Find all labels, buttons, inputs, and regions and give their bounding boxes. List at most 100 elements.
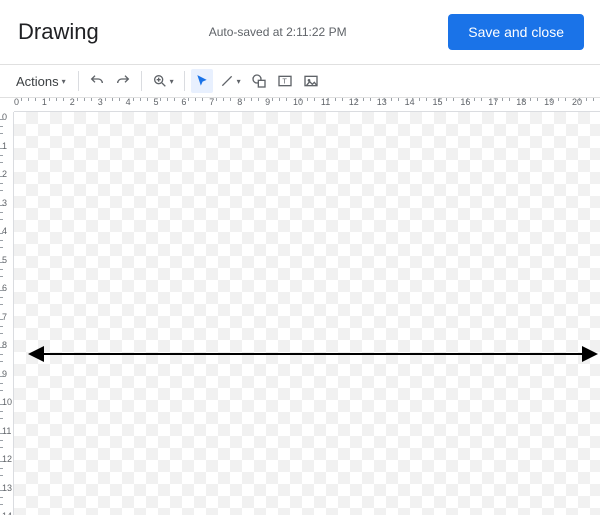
ruler-h-minor — [474, 98, 475, 101]
ruler-v-tick: 7 — [0, 312, 13, 322]
ruler-v-minor — [0, 490, 13, 491]
ruler-h-minor — [426, 98, 427, 101]
ruler-v-minor — [0, 219, 13, 220]
ruler-h-minor — [286, 98, 287, 101]
ruler-v-minor — [0, 297, 13, 298]
ruler-h-minor — [147, 98, 148, 101]
ruler-h-minor — [419, 98, 420, 101]
shape-icon — [251, 73, 267, 89]
actions-menu[interactable]: Actions ▾ — [10, 69, 72, 93]
ruler-h-minor — [523, 98, 524, 101]
ruler-h-minor — [593, 98, 594, 101]
ruler-v-minor — [0, 390, 13, 391]
ruler-v-tick: 0 — [0, 112, 13, 122]
line-tool[interactable]: ▾ — [215, 69, 245, 93]
ruler-h-minor — [77, 98, 78, 101]
ruler-v-minor — [0, 176, 13, 177]
ruler-h-minor — [160, 98, 161, 101]
ruler-h-minor — [112, 98, 113, 101]
ruler-h-tick: 14 — [405, 98, 415, 107]
ruler-v-tick: 6 — [0, 283, 13, 293]
ruler-h-tick: 10 — [293, 98, 303, 107]
ruler-h-tick: 17 — [488, 98, 498, 107]
ruler-h-tick: 19 — [544, 98, 554, 107]
separator — [78, 71, 79, 91]
ruler-v-tick: 3 — [0, 198, 13, 208]
ruler-v-minor — [0, 468, 13, 469]
zoom-button[interactable]: ▾ — [148, 69, 178, 93]
ruler-v-minor — [0, 262, 13, 263]
ruler-h-minor — [202, 98, 203, 101]
ruler-h-minor — [356, 98, 357, 101]
ruler-v-tick: 1 — [0, 141, 13, 151]
ruler-h-tick: 20 — [572, 98, 582, 107]
ruler-h-minor — [551, 98, 552, 101]
shape-tool[interactable] — [247, 69, 271, 93]
line-icon — [219, 73, 235, 89]
ruler-v-minor — [0, 183, 13, 184]
drawing-canvas[interactable] — [14, 112, 600, 515]
undo-icon — [89, 73, 105, 89]
ruler-v-minor — [0, 247, 13, 248]
ruler-h-minor — [35, 98, 36, 101]
ruler-v-tick: 5 — [0, 255, 13, 265]
ruler-v-tick: 9 — [0, 369, 13, 379]
ruler-v-minor — [0, 212, 13, 213]
ruler-h-minor — [502, 98, 503, 101]
ruler-h-tick: 3 — [98, 98, 103, 107]
ruler-v-minor — [0, 240, 13, 241]
ruler-h-minor — [230, 98, 231, 101]
ruler-h-minor — [272, 98, 273, 101]
redo-button[interactable] — [111, 69, 135, 93]
svg-text:T: T — [282, 77, 287, 86]
ruler-h-minor — [105, 98, 106, 101]
double-arrow-shape[interactable] — [14, 112, 600, 515]
ruler-v-tick: 10 — [0, 397, 13, 407]
ruler-h-tick: 7 — [209, 98, 214, 107]
ruler-v-minor — [0, 354, 13, 355]
ruler-h-minor — [28, 98, 29, 101]
ruler-h-tick: 5 — [154, 98, 159, 107]
modal-header: Drawing Auto-saved at 2:11:22 PM Save an… — [0, 0, 600, 65]
ruler-v-minor — [0, 418, 13, 419]
ruler-h-minor — [300, 98, 301, 101]
ruler-h-minor — [244, 98, 245, 101]
ruler-v-tick: 11 — [0, 426, 13, 436]
ruler-h-tick: 2 — [70, 98, 75, 107]
ruler-h-minor — [314, 98, 315, 101]
ruler-h-minor — [223, 98, 224, 101]
ruler-h-minor — [119, 98, 120, 101]
ruler-h-minor — [133, 98, 134, 101]
ruler-h-minor — [481, 98, 482, 101]
ruler-h-tick: 16 — [460, 98, 470, 107]
ruler-h-minor — [398, 98, 399, 101]
ruler-h-minor — [167, 98, 168, 101]
ruler-v-minor — [0, 126, 13, 127]
ruler-h-minor — [530, 98, 531, 101]
ruler-h-minor — [335, 98, 336, 101]
ruler-h-minor — [370, 98, 371, 101]
ruler-h-tick: 13 — [377, 98, 387, 107]
undo-button[interactable] — [85, 69, 109, 93]
ruler-h-minor — [188, 98, 189, 101]
textbox-tool[interactable]: T — [273, 69, 297, 93]
ruler-h-minor — [537, 98, 538, 101]
ruler-h-minor — [342, 98, 343, 101]
ruler-h-tick: 18 — [516, 98, 526, 107]
ruler-h-minor — [328, 98, 329, 101]
ruler-h-minor — [579, 98, 580, 101]
ruler-h-minor — [446, 98, 447, 101]
page-title: Drawing — [18, 19, 99, 45]
cursor-icon — [195, 74, 209, 88]
ruler-v-tick: 2 — [0, 169, 13, 179]
ruler-v-minor — [0, 433, 13, 434]
image-tool[interactable] — [299, 69, 323, 93]
ruler-v-minor — [0, 411, 13, 412]
ruler-h-minor — [279, 98, 280, 101]
redo-icon — [115, 73, 131, 89]
ruler-v-tick: 12 — [0, 454, 13, 464]
select-tool[interactable] — [191, 69, 213, 93]
save-and-close-button[interactable]: Save and close — [448, 14, 584, 50]
ruler-h-minor — [63, 98, 64, 101]
ruler-v-minor — [0, 205, 13, 206]
